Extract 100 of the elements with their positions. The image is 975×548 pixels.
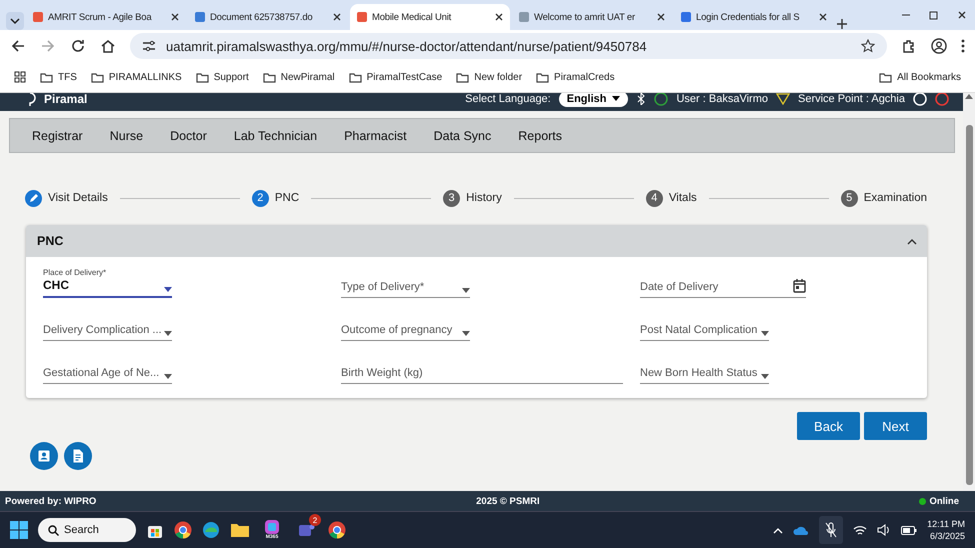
status-text: Online: [929, 496, 960, 506]
step-number: 3: [443, 190, 460, 206]
panel-header[interactable]: PNC: [26, 225, 927, 257]
tiles-icon: [265, 520, 279, 534]
folder-icon: [879, 71, 892, 83]
bookmark[interactable]: NewPiramal: [262, 71, 335, 83]
cloud-icon[interactable]: [793, 525, 810, 535]
address-bar[interactable]: uatamrit.piramalswasthya.org/mmu/#/nurse-doctor/attendant/nurse/patient/9450784: [130, 33, 887, 59]
bookmark[interactable]: Support: [196, 71, 249, 83]
clock[interactable]: 12:11 PM 6/3/2025: [927, 518, 965, 542]
caret-icon: [462, 288, 470, 293]
plus-icon[interactable]: [836, 18, 848, 30]
close-icon[interactable]: [818, 12, 828, 22]
close-icon[interactable]: [494, 12, 504, 22]
stepper-step[interactable]: 5 Examination: [840, 190, 928, 206]
stepper-step[interactable]: 4 Vitals: [646, 190, 697, 206]
browser-tab[interactable]: Document 625738757.do: [188, 4, 348, 30]
close-icon[interactable]: [170, 12, 180, 22]
menu-item[interactable]: Reports: [508, 128, 572, 142]
browser-tab[interactable]: AMRIT Scrum - Agile Boa: [26, 4, 186, 30]
close-icon[interactable]: [656, 12, 666, 22]
browser-tab[interactable]: Welcome to amrit UAT er: [512, 4, 672, 30]
reload-icon[interactable]: [70, 38, 86, 54]
volume-icon[interactable]: [877, 524, 892, 536]
bookmark[interactable]: PiramalCreds: [536, 71, 615, 83]
star-icon[interactable]: [861, 39, 875, 53]
more-icon[interactable]: [961, 39, 965, 53]
search-icon: [48, 524, 59, 536]
bookmark[interactable]: New folder: [456, 71, 522, 83]
help-icon[interactable]: [913, 93, 927, 106]
muted-microphone-icon[interactable]: [819, 516, 844, 544]
user-name: User : BaksaVirmo: [676, 93, 768, 105]
menu-item[interactable]: Data Sync: [424, 128, 500, 142]
folder-icon: [536, 71, 550, 83]
browser-tab[interactable]: Mobile Medical Unit: [350, 4, 510, 30]
wifi-icon[interactable]: [853, 524, 868, 536]
language-label: Select Language:: [465, 93, 551, 105]
chrome-icon[interactable]: [328, 521, 346, 539]
folder-icon: [196, 71, 209, 83]
document-icon[interactable]: [64, 442, 92, 470]
notification-badge: 2: [309, 514, 321, 526]
caret-icon: [462, 331, 470, 336]
edge-icon[interactable]: [202, 521, 220, 539]
dropdown-icon[interactable]: [6, 12, 24, 30]
close-icon[interactable]: [957, 10, 967, 20]
action-button[interactable]: Back: [797, 412, 860, 440]
input-field[interactable]: Birth Weight (kg): [341, 358, 623, 384]
date-field[interactable]: Date of Delivery: [640, 272, 806, 298]
taskbar-search[interactable]: Search: [38, 518, 136, 542]
caret-icon: [761, 374, 769, 379]
select-field[interactable]: Delivery Complication ...: [43, 315, 172, 341]
panel-title: PNC: [37, 234, 64, 248]
select-field[interactable]: Post Natal Complication: [640, 315, 769, 341]
select-field[interactable]: Place of Delivery* CHC: [43, 262, 172, 298]
select-field[interactable]: New Born Health Status: [640, 358, 769, 384]
language-select[interactable]: English: [558, 93, 628, 107]
bookmark[interactable]: TFS: [40, 71, 77, 83]
action-button[interactable]: Next: [864, 412, 927, 440]
close-icon[interactable]: [332, 12, 342, 22]
caret-icon: [761, 331, 769, 336]
stepper-step[interactable]: 3 History: [443, 190, 502, 206]
stepper-step[interactable]: 2 PNC: [252, 190, 300, 206]
battery-icon[interactable]: [901, 526, 918, 534]
site-settings-icon[interactable]: [142, 39, 156, 53]
folder-icon: [456, 71, 470, 83]
home-icon[interactable]: [100, 38, 116, 54]
back-arrow-icon[interactable]: [10, 38, 26, 54]
menu-item[interactable]: Nurse: [100, 128, 152, 142]
select-field[interactable]: Gestational Age of Ne...: [43, 358, 172, 384]
menu-item[interactable]: Doctor: [160, 128, 216, 142]
bookmark[interactable]: All Bookmarks: [879, 71, 961, 83]
scrollbar-thumb[interactable]: [966, 125, 972, 485]
windows-start-icon[interactable]: [10, 521, 28, 539]
powered-by-text: Powered by: WIPRO: [5, 496, 96, 506]
select-field[interactable]: Type of Delivery*: [341, 272, 470, 298]
logout-icon[interactable]: [935, 93, 949, 106]
step-label: Vitals: [668, 192, 697, 204]
step-label: Visit Details: [48, 192, 108, 204]
select-field[interactable]: Outcome of pregnancy: [341, 315, 470, 341]
chrome-icon[interactable]: [174, 521, 192, 539]
apps-grid-icon[interactable]: [14, 71, 26, 83]
caret-icon: [164, 374, 172, 379]
menu-item[interactable]: Pharmacist: [334, 128, 416, 142]
chevron-up-icon[interactable]: [907, 238, 917, 244]
service-point: Service Point : Agchia: [798, 93, 905, 105]
restore-icon[interactable]: [929, 10, 939, 20]
calendar-icon[interactable]: [793, 279, 806, 293]
menu-item[interactable]: Lab Technician: [224, 128, 326, 142]
step-number: 4: [646, 190, 663, 206]
profile-icon[interactable]: [931, 38, 947, 54]
forward-arrow-icon: [40, 38, 56, 54]
user-icon: [654, 93, 668, 106]
folder-icon[interactable]: [230, 522, 250, 538]
menu-item[interactable]: Registrar: [22, 128, 92, 142]
stepper-step[interactable]: Visit Details: [25, 190, 108, 206]
bookmark[interactable]: PiramalTestCase: [348, 71, 442, 83]
bookmark[interactable]: PIRAMALLINKS: [90, 71, 182, 83]
step-number: 2: [252, 190, 269, 206]
contact-card-icon[interactable]: [30, 442, 58, 470]
browser-tab[interactable]: Login Credentials for all S: [674, 4, 834, 30]
